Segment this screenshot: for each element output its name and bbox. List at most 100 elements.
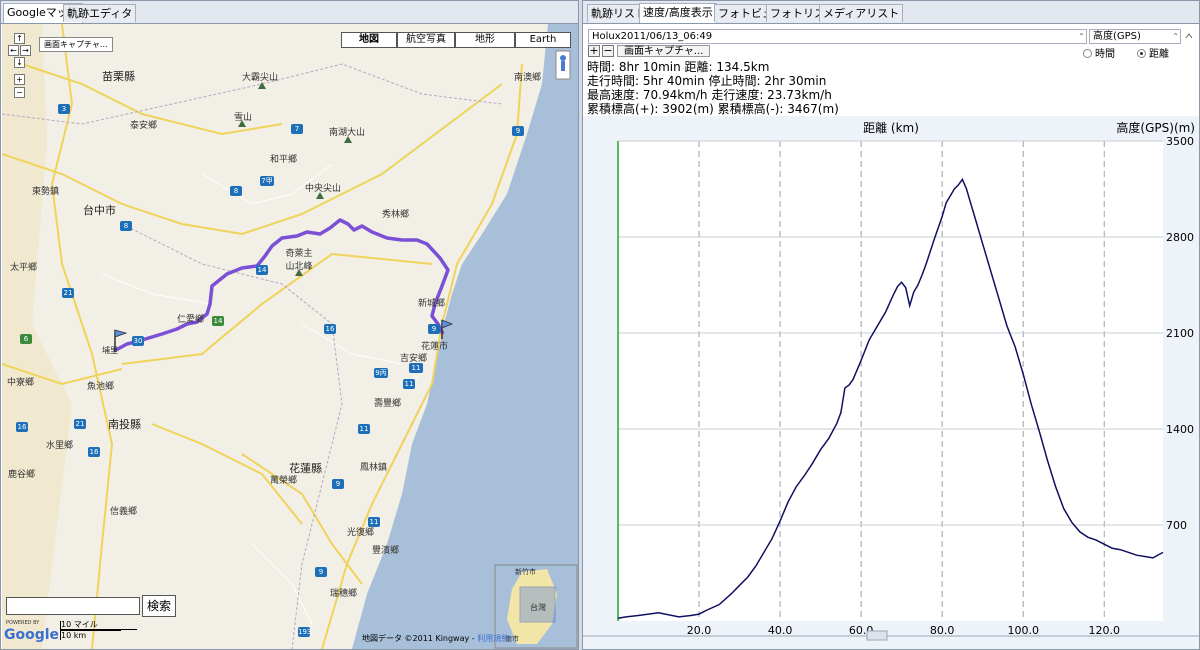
dropdown-arrow-icon: ⌃ <box>1172 32 1179 41</box>
map-search-input[interactable] <box>6 597 140 615</box>
elevation-pane: 軌跡リスト 速度/高度表示 フォトビュー フォトリスト メディアリスト Holu… <box>582 0 1200 650</box>
label-taichung: 台中市 <box>83 204 116 217</box>
terms-link[interactable]: 利用規約 <box>477 634 509 643</box>
y-tick-label: 700 <box>1166 519 1187 532</box>
dropdown-arrow-icon: ⌃ <box>1078 32 1085 41</box>
label-zhongliao: 中寮鄉 <box>7 378 35 388</box>
label-yuchi: 魚池鄉 <box>87 382 115 392</box>
zoom-in-chart-button[interactable]: + <box>588 45 600 57</box>
zoom-in-button[interactable]: + <box>14 74 25 85</box>
pan-up-button[interactable]: ↑ <box>14 33 25 44</box>
tab-track-editor[interactable]: 軌跡エディタ <box>63 4 137 22</box>
label-renai: 仁愛鄉 <box>177 315 205 325</box>
route-shield: 9 <box>512 126 524 136</box>
peak-icon <box>316 192 324 199</box>
y-axis-select-value: 高度(GPS) <box>1093 31 1141 42</box>
route-shield: 16 <box>88 447 100 457</box>
x-tick-label: 20.0 <box>687 624 712 637</box>
label-nanao: 南澳鄉 <box>514 73 542 83</box>
pan-left-button[interactable]: ← <box>8 45 19 56</box>
radio-distance-label: 距離 <box>1149 49 1169 60</box>
elevation-chart[interactable]: 距離 (km) 高度(GPS)(m) 20.0 40.0 60.0 80.0 100.0… <box>583 116 1199 649</box>
google-logo: Google <box>4 627 60 643</box>
plot-area <box>618 141 1163 621</box>
label-ruisui: 瑞穗鄉 <box>330 589 358 599</box>
google-map[interactable]: ↑ ← → ↓ + − 画面キャプチャ... 地図 航空写真 地形 Earth … <box>2 24 578 649</box>
label-xinyi: 信義鄉 <box>110 507 138 517</box>
peak-icon <box>295 269 303 276</box>
pan-down-button[interactable]: ↓ <box>14 57 25 68</box>
zoom-out-chart-button[interactable]: − <box>602 45 614 57</box>
route-shield: 9丙 <box>374 368 388 378</box>
pan-right-button[interactable]: → <box>20 45 31 56</box>
x-tick-label: 120.0 <box>1088 624 1120 637</box>
label-nantou: 南投縣 <box>108 418 141 431</box>
map-type-map[interactable]: 地図 <box>341 32 397 48</box>
peak-icon <box>258 82 266 89</box>
y-axis-select[interactable]: 高度(GPS) ⌃ <box>1089 29 1181 44</box>
route-shield: 8 <box>230 186 242 196</box>
left-tab-bar: Googleマップ 軌跡エディタ <box>1 1 578 24</box>
radio-time[interactable]: 時間 <box>1083 45 1115 60</box>
x-tick-label: 100.0 <box>1007 624 1039 637</box>
y-axis-title: 高度(GPS)(m) <box>1116 120 1195 135</box>
stats-elevation-gain: 累積標高(+): 3902(m) 累積標高(-): 3467(m) <box>587 102 839 116</box>
chart-capture-button[interactable]: 画面キャプチャ... <box>617 45 711 57</box>
scroll-arrow-icon[interactable] <box>1183 29 1196 44</box>
radio-distance-circle[interactable] <box>1137 49 1146 58</box>
label-taiwan: 台灣 <box>530 603 546 612</box>
label-shuili: 水里鄉 <box>46 441 74 451</box>
tab-speed-elevation[interactable]: 速度/高度表示 <box>639 3 717 23</box>
route-shield: 21 <box>74 419 86 429</box>
track-select[interactable]: Holux2011/06/13_06:49 ⌃ <box>588 29 1087 44</box>
route-shield: 9 <box>332 479 344 489</box>
map-type-terrain[interactable]: 地形 <box>455 32 515 48</box>
label-puli: 埔里 <box>102 346 118 355</box>
peak-icon <box>344 136 352 143</box>
tab-media-list[interactable]: メディアリスト <box>819 4 904 22</box>
label-dongshi: 東勢鎮 <box>32 187 60 197</box>
label-xincheng: 新城鄉 <box>418 299 446 309</box>
map-type-earth[interactable]: Earth <box>515 32 571 48</box>
map-pane: Googleマップ 軌跡エディタ ↑ ← → ↓ + − 画面キャプチャ... … <box>0 0 579 650</box>
peak-icon <box>238 120 246 127</box>
radio-distance[interactable]: 距離 <box>1137 45 1169 60</box>
route-shield: 9 <box>315 567 327 577</box>
attribution-text: 地図データ ©2011 Kingway - <box>362 634 478 643</box>
track-stats: 時間: 8hr 10min 距離: 134.5km 走行時間: 5hr 40mi… <box>587 60 839 116</box>
label-luku: 鹿谷鄉 <box>8 470 36 480</box>
street-view-icon[interactable] <box>555 50 571 80</box>
map-canvas <box>2 24 578 649</box>
route-shield: 11甲 <box>409 363 423 382</box>
label-wanrong: 萬榮鄉 <box>270 476 298 486</box>
route-shield: 11 <box>368 517 380 527</box>
route-shield: 30 <box>132 336 144 346</box>
route-shield: 14 <box>212 316 224 326</box>
map-capture-button[interactable]: 画面キャプチャ... <box>39 37 113 52</box>
y-tick-label: 1400 <box>1166 423 1194 436</box>
label-xiulin: 秀林鄉 <box>382 210 410 220</box>
route-shield: 7 <box>291 124 303 134</box>
radio-time-label: 時間 <box>1095 49 1115 60</box>
map-type-satellite[interactable]: 航空写真 <box>397 32 455 48</box>
y-tick-label: 3500 <box>1166 135 1194 148</box>
map-search-button[interactable]: 検索 <box>142 595 176 617</box>
label-xinzhu: 新竹市 <box>515 568 536 576</box>
zoom-out-button[interactable]: − <box>14 87 25 98</box>
powered-by-text: POWERED BY <box>6 620 40 626</box>
route-shield: 6 <box>20 334 32 344</box>
stats-speed: 最高速度: 70.94km/h 走行速度: 23.73km/h <box>587 88 832 102</box>
route-shield: 9 <box>428 324 440 334</box>
x-tick-label: 80.0 <box>930 624 955 637</box>
route-shield: 7甲 <box>260 176 274 186</box>
label-taiping: 太平鄉 <box>10 263 38 273</box>
label-fenglin: 鳳林鎮 <box>360 463 388 473</box>
scale-miles: 10 マイル <box>60 621 137 630</box>
radio-time-circle[interactable] <box>1083 49 1092 58</box>
route-shield: 16 <box>324 324 336 334</box>
scrollbar-thumb[interactable] <box>866 630 888 641</box>
map-attribution: 地図データ ©2011 Kingway - 利用規約 <box>362 633 509 644</box>
stats-moving-stopped: 走行時間: 5hr 40min 停止時間: 2hr 30min <box>587 74 827 88</box>
scale-km: 10 km <box>60 630 121 640</box>
label-heping: 和平鄉 <box>270 155 298 165</box>
